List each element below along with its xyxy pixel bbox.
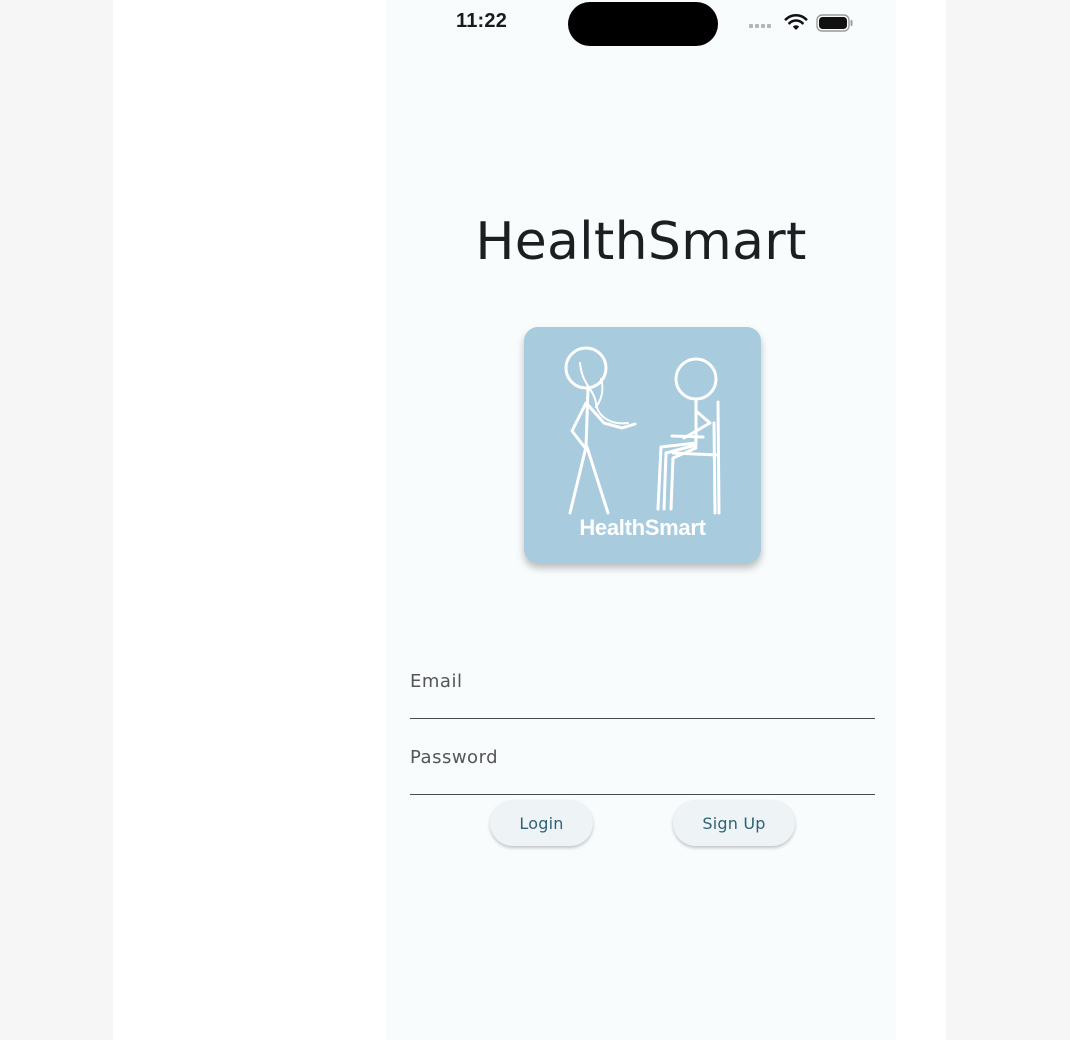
email-input[interactable] bbox=[410, 668, 875, 718]
sign-up-button[interactable]: Sign Up bbox=[673, 800, 795, 846]
cellular-signal-icon bbox=[749, 24, 771, 28]
app-logo: HealthSmart bbox=[524, 327, 761, 563]
login-button[interactable]: Login bbox=[490, 800, 593, 846]
dynamic-island bbox=[568, 2, 718, 46]
wifi-icon bbox=[784, 13, 808, 30]
screen-frame: 11:22 HealthSmart HealthSmart Email Logi… bbox=[113, 0, 946, 1040]
phone-screen: 11:22 HealthSmart HealthSmart Email Logi… bbox=[386, 0, 896, 1040]
logo-text: HealthSmart bbox=[579, 515, 706, 540]
password-input[interactable] bbox=[410, 744, 875, 794]
app-title: HealthSmart bbox=[475, 212, 807, 272]
email-field[interactable] bbox=[410, 668, 875, 719]
password-field[interactable] bbox=[410, 744, 875, 795]
status-time: 11:22 bbox=[456, 10, 508, 32]
battery-icon bbox=[816, 14, 853, 32]
